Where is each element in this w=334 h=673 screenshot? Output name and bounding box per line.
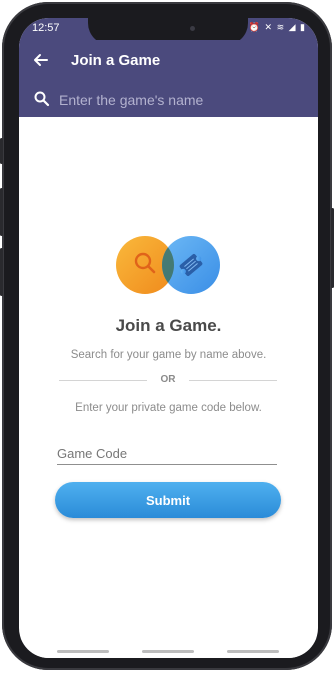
camera-dot bbox=[190, 26, 195, 31]
side-button-mute bbox=[0, 138, 3, 164]
nav-bar bbox=[19, 638, 318, 658]
app-bar: Join a Game bbox=[19, 40, 318, 82]
code-hint: Enter your private game code below. bbox=[75, 402, 262, 414]
phone-frame: 12:57 ⏰ ✕ ≋ ◢ ▮ Join a Game Enter the ga… bbox=[0, 2, 334, 670]
side-button-volume-up bbox=[0, 188, 3, 236]
arrow-left-icon[interactable] bbox=[31, 50, 51, 70]
status-icons: ⏰ ✕ ≋ ◢ ▮ bbox=[248, 22, 306, 32]
screen: 12:57 ⏰ ✕ ≋ ◢ ▮ Join a Game Enter the ga… bbox=[19, 18, 318, 658]
side-button-volume-down bbox=[0, 248, 3, 296]
nav-handle-left bbox=[57, 650, 109, 653]
join-game-illustration bbox=[116, 236, 220, 294]
search-icon bbox=[34, 91, 50, 107]
nav-handle-right bbox=[227, 650, 279, 653]
search-input[interactable] bbox=[57, 87, 301, 113]
search-bar bbox=[19, 82, 318, 117]
headline: Join a Game. bbox=[115, 316, 222, 335]
divider-line-right bbox=[189, 380, 277, 381]
search-hint: Search for your game by name above. bbox=[70, 349, 267, 361]
game-code-input[interactable] bbox=[57, 442, 277, 465]
page-title: Join a Game bbox=[71, 52, 161, 69]
nav-handle-center bbox=[142, 650, 194, 653]
submit-button[interactable]: Submit bbox=[55, 482, 281, 518]
status-time: 12:57 bbox=[32, 22, 60, 34]
or-divider: OR bbox=[59, 374, 277, 388]
